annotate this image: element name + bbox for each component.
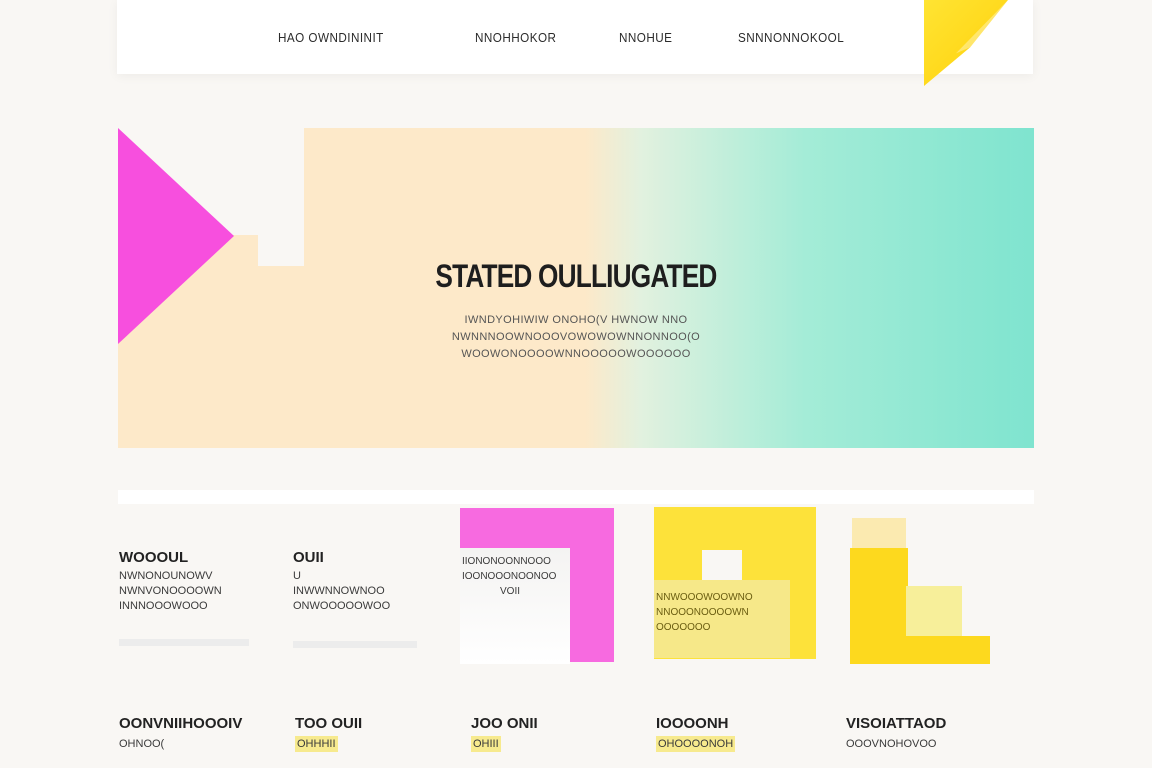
yellow-tile-text: NNWOOOWOOWNO NNOOONOOOOWN OOOOOOO [656,590,786,635]
hero-cutout-step [258,128,304,266]
nav-link-3[interactable]: NNOHUE [619,30,672,45]
card-line: INNNOOOWOOO [119,600,208,612]
bottom-card-2[interactable]: TOO OUII OHHHII [295,716,362,752]
tile-line: IIONONOONNOOO [462,556,551,567]
tile-line: NNOOONOOOOWN [656,607,749,618]
hero-subtitle-line-3: WOOWONOOOOWNNOOOOOWOOOOOO [461,348,691,360]
card-title: OUII [293,549,324,566]
yellow-tile-notch [702,550,742,580]
card-title: JOO ONII [471,715,538,732]
hero-subtitle-line-1: IWNDYOHIWIW ONOHO(V HWNOW NNO [464,314,688,326]
card-line: OHOOOONOH [656,736,736,752]
hero-banner: STATED OULLIUGATED IWNDYOHIWIW ONOHO(V H… [118,128,1034,448]
card-line: INWWNNOWNOO [293,585,385,597]
card-line: OHNOO( [119,738,165,750]
card-line: OHHHII [295,736,338,752]
tile-line: NNWOOOWOOWNO [656,592,753,603]
card-title: IOOOONH [656,715,729,732]
bottom-card-4[interactable]: IOOOONH OHOOOONOH [656,715,736,752]
pink-tile-paper: IIONONOONNOOO IOONOOONOONOO VOII [460,548,570,664]
nav-link-1[interactable]: HAO OWNDININIT [278,30,384,45]
yellow-shape-tile[interactable] [850,548,908,664]
bottom-card-1[interactable]: OONVNIIHOOOIV OHNOO( [119,716,242,752]
section-divider [118,490,1034,504]
tile-line: IOONOOONOONOO [462,571,557,582]
card-title: VISOIATTAOD [846,715,947,732]
feature-card-2[interactable]: OUII U INWWNNOWNOO ONWOOOOOWOO [293,550,417,614]
feature-card-1[interactable]: WOOOUL NWNONOUNOWV NWNVONOOOOWN INNNOOOW… [119,550,249,614]
card-1-underline [119,639,249,646]
card-line: NWNVONOOOOWN [119,585,222,597]
card-line: NWNONOUNOWV [119,570,213,582]
hero-subtitle-line-2: NWNNNOOWNOOOVOWOWOWNNONNOO(O [451,331,701,343]
yellow-shape-side [906,586,962,636]
yellow-tile-paper: NNWOOOWOOWNO NNOOONOOOOWN OOOOOOO [654,580,790,658]
yellow-shape-foot [906,636,990,664]
bottom-card-3[interactable]: JOO ONII OHIII [471,716,538,752]
pink-tile-text: IIONONOONNOOO IOONOOONOONOO VOII [462,554,566,599]
card-line: OOOVNOHOVOO [846,738,937,750]
yellow-shape-top [852,518,906,548]
hero-title: STATED OULLIUGATED [435,258,717,294]
card-title: TOO OUII [295,715,363,732]
card-line: U [293,570,301,582]
tile-line: OOOOOOO [656,622,711,633]
card-line: OHIII [471,736,501,752]
top-nav-bar: HAO OWNDININIT NNOHHOKOR NNOHUE SNNNONNO… [117,0,1033,74]
tile-line: VOII [500,586,521,597]
bottom-card-5[interactable]: VISOIATTAOD OOOVNOHOVOO [846,716,946,752]
nav-link-4[interactable]: SNNNONNOKOOL [738,30,844,45]
nav-link-2[interactable]: NNOHHOKOR [475,30,556,45]
card-2-underline [293,641,417,648]
card-title: OONVNIIHOOOIV [119,715,243,732]
card-line: ONWOOOOOWOO [293,600,391,612]
card-title: WOOOUL [119,549,189,566]
